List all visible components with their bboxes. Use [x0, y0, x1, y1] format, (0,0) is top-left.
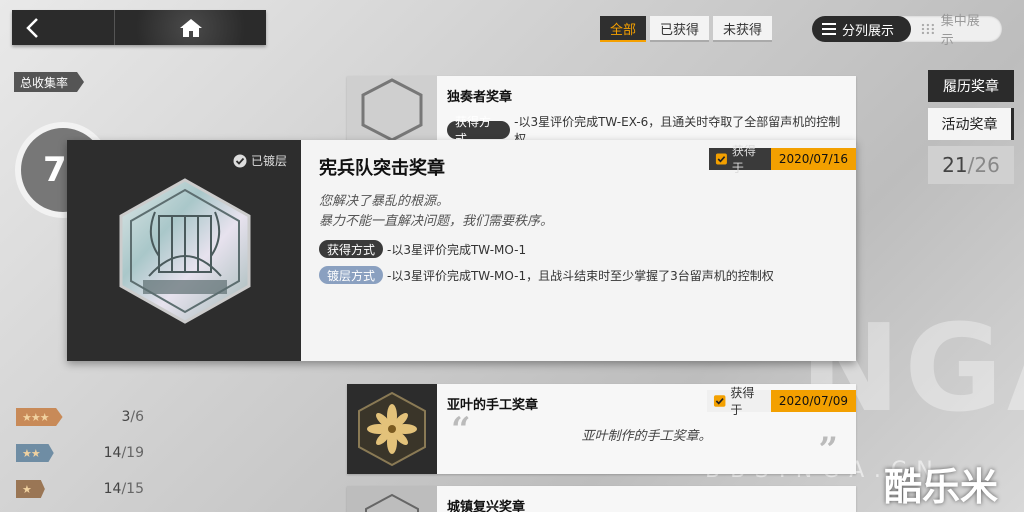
list-item-title: 城镇复兴奖章 [447, 500, 526, 512]
collection-ring-value: 7 [43, 150, 67, 190]
medal-thumbnail [347, 384, 437, 474]
star-count-total: /19 [121, 445, 144, 461]
gilded-status: 已镀层 [233, 152, 287, 169]
list-item[interactable]: 城镇复兴奖章 [347, 486, 856, 512]
site-brand-watermark: 酷乐米 [884, 465, 999, 509]
gilded-label: 已镀层 [251, 154, 288, 168]
obtain-method-desc: -以3星评价完成TW-MO-1 [387, 242, 527, 257]
list-item-title: 独奏者奖章 [447, 90, 513, 105]
quote-text: 亚叶制作的手工奖章。 [581, 429, 712, 444]
obtained-date: 2020/07/09 [770, 390, 856, 412]
two-star-badge: ★★ [16, 444, 54, 462]
top-nav [12, 10, 266, 45]
filter-all[interactable]: 全部 [600, 16, 647, 42]
medal-image-panel: 已镀层 [67, 140, 301, 361]
view-gathered-button[interactable]: 集中展示 [911, 14, 1002, 48]
home-icon [179, 18, 202, 37]
obtained-label-text: 获得于 [730, 386, 755, 417]
check-circle-icon [233, 154, 247, 167]
obtained-label: 获得于 [707, 386, 771, 417]
medal-detail-body: 宪兵队突击奖章 您解决了暴乱的根源。 暴力不能一直解决问题，我们需要秩序。 获得… [301, 140, 856, 361]
star-row-3: ★★★ 3/6 [12, 406, 150, 428]
tab-career-medals[interactable]: 履历奖章 [928, 70, 1014, 102]
filter-tabs: 全部 已获得 未获得 [600, 16, 773, 42]
method-badge: 获得方式 [447, 115, 511, 146]
list-item[interactable]: 亚叶的手工奖章 “ 亚叶制作的手工奖章。 ” 获得于 2020/07/09 [347, 384, 856, 474]
obtained-date-tag: 获得于 2020/07/09 [707, 386, 856, 417]
open-quote-icon: “ [451, 410, 471, 450]
desc-line-1: 您解决了暴乱的根源。 [319, 194, 450, 209]
star-row-2: ★★ 14/19 [12, 442, 150, 464]
medal-icon [365, 493, 419, 512]
check-shield-icon [713, 395, 726, 407]
view-toggle: 分列展示 集中展示 [812, 14, 1002, 48]
star-row-1: ★ 14/15 [12, 478, 150, 500]
medal-description: 您解决了暴乱的根源。 暴力不能一直解决问题，我们需要秩序。 [319, 192, 838, 232]
close-quote-icon: ” [818, 430, 838, 470]
three-star-badge: ★★★ [16, 408, 63, 426]
list-item-body: 城镇复兴奖章 [437, 486, 856, 512]
star-count-total: /6 [130, 409, 144, 425]
medal-thumbnail [347, 486, 437, 512]
view-gathered-label: 集中展示 [940, 14, 980, 48]
medal-emblem-icon [119, 178, 251, 324]
total-collection-label: 总收集率 [14, 72, 85, 92]
view-split-button[interactable]: 分列展示 [812, 16, 911, 42]
one-star-badge: ★ [16, 480, 45, 498]
list-item-body: 独奏者奖章 获得方式 -以3星评价完成TW-EX-6，且通关时夺取了全部留声机的… [437, 76, 856, 146]
obtained-label: 获得于 [709, 144, 771, 175]
view-split-label: 分列展示 [842, 23, 895, 39]
medal-thumbnail [347, 76, 437, 144]
medal-icon [361, 78, 423, 142]
star-count: 3/6 [121, 409, 144, 425]
list-item[interactable]: 独奏者奖章 获得方式 -以3星评价完成TW-EX-6，且通关时夺取了全部留声机的… [347, 76, 856, 146]
gild-method-badge: 镀层方式 [319, 266, 384, 284]
check-shield-icon [715, 153, 727, 165]
obtained-date: 2020/07/16 [770, 148, 856, 170]
star-count: 14/19 [104, 445, 144, 461]
filter-not-obtained[interactable]: 未获得 [713, 16, 773, 42]
star-count: 14/15 [104, 481, 144, 497]
star-count-total: /15 [121, 481, 144, 497]
tab-event-medals[interactable]: 活动奖章 [928, 108, 1014, 140]
obtained-date-tag: 获得于 2020/07/16 [709, 144, 856, 175]
obtained-label-text: 获得于 [731, 144, 756, 175]
list-icon [822, 23, 836, 35]
desc-line-2: 暴力不能一直解决问题，我们需要秩序。 [319, 214, 554, 229]
event-medal-count-value: 21 [942, 153, 968, 177]
obtain-method: 获得方式 -以3星评价完成TW-MO-1 [319, 240, 838, 258]
event-medal-count-total: /26 [967, 153, 1000, 177]
flower-medal-icon [358, 391, 426, 467]
back-button[interactable] [12, 10, 115, 45]
medal-detail-card: 已镀层 宪兵队突击奖章 您解决了暴乱的根源。 暴力不能一直解决问题，我们需要秩序… [67, 140, 856, 361]
home-button[interactable] [115, 10, 266, 45]
chevron-left-icon [26, 17, 38, 38]
grid-icon [921, 23, 934, 35]
filter-obtained[interactable]: 已获得 [650, 16, 710, 42]
event-medal-count: 21/26 [928, 146, 1014, 184]
gild-method: 镀层方式 -以3星评价完成TW-MO-1，且战斗结束时至少掌握了3台留声机的控制… [319, 266, 838, 284]
star-count-value: 14 [103, 481, 122, 497]
star-count-value: 14 [103, 445, 122, 461]
obtain-method-badge: 获得方式 [319, 240, 384, 258]
gild-method-desc: -以3星评价完成TW-MO-1，且战斗结束时至少掌握了3台留声机的控制权 [387, 268, 774, 283]
